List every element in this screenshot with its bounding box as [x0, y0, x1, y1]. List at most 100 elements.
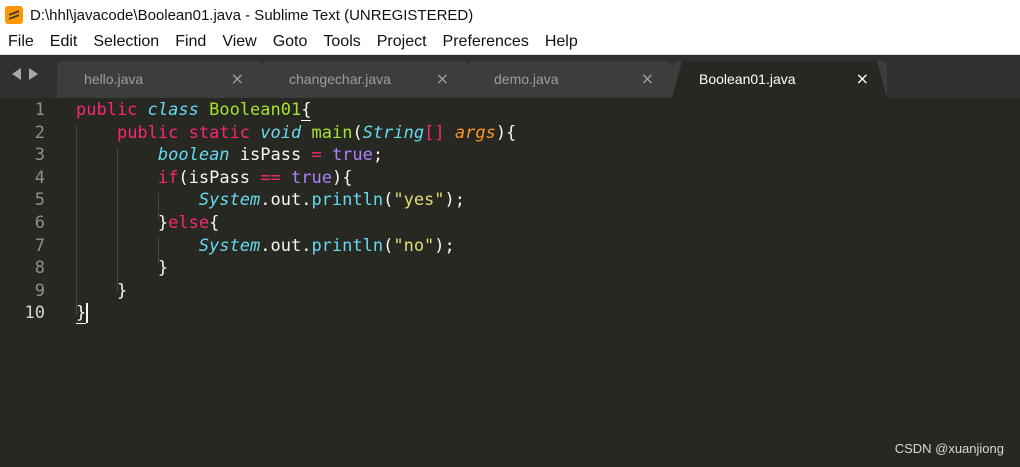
tab-boolean01-java[interactable]: Boolean01.java ×: [672, 61, 887, 98]
tab-hello-java[interactable]: hello.java ×: [57, 61, 262, 98]
code-text: }: [76, 258, 168, 278]
code-editor[interactable]: 1 public class Boolean01{2 public static …: [0, 98, 1020, 467]
menu-project[interactable]: Project: [369, 33, 435, 51]
code-token: {: [301, 100, 312, 121]
arrow-left-icon[interactable]: [12, 68, 21, 80]
code-token: System: [198, 235, 261, 256]
tab-bar: hello.java × changechar.java × demo.java…: [0, 56, 1020, 98]
code-token: ){: [331, 167, 353, 188]
menu-help[interactable]: Help: [537, 33, 586, 51]
watermark: CSDN @xuanjiong: [894, 441, 1004, 456]
code-token: );: [444, 190, 466, 211]
code-token: (: [352, 122, 363, 143]
line-number: 6: [34, 213, 45, 233]
tab-label: demo.java: [494, 71, 559, 87]
code-token: (: [383, 190, 394, 211]
code-text: boolean isPass = true;: [76, 145, 383, 165]
code-line[interactable]: 2 public static void main(String[] args)…: [0, 122, 1020, 145]
line-number: 4: [34, 167, 45, 188]
code-token: class: [147, 100, 199, 120]
window-title: D:\hhl\javacode\Boolean01.java - Sublime…: [30, 6, 474, 24]
menu-goto[interactable]: Goto: [265, 33, 316, 51]
code-text: public static void main(String[] args){: [76, 123, 516, 143]
line-number: 9: [34, 280, 45, 301]
code-token: true: [291, 167, 332, 188]
code-line[interactable]: 7 System.out.println("no");: [0, 235, 1020, 258]
code-token: );: [434, 235, 455, 256]
menu-bar: File Edit Selection Find View Goto Tools…: [0, 30, 1020, 55]
code-token: []: [424, 122, 445, 143]
code-token: }: [76, 280, 128, 301]
line-number: 2: [34, 122, 45, 143]
code-token: }: [76, 213, 169, 233]
tab-label: Boolean01.java: [699, 71, 796, 87]
line-number: 1: [34, 100, 45, 120]
code-line[interactable]: 8 }: [0, 257, 1020, 280]
sublime-text-icon: [5, 6, 23, 24]
code-token: Boolean01: [209, 100, 302, 120]
code-token: ){: [495, 122, 517, 143]
code-token: true: [331, 145, 373, 166]
tab-label: changechar.java: [289, 71, 391, 87]
tab-label: hello.java: [84, 71, 144, 87]
line-number: 3: [34, 145, 45, 166]
menu-selection[interactable]: Selection: [85, 33, 167, 51]
code-token: }: [76, 303, 87, 325]
code-line[interactable]: 1 public class Boolean01{: [0, 99, 1020, 122]
code-token: ==: [260, 167, 281, 188]
code-token: (: [383, 235, 394, 256]
code-line[interactable]: 6 }else{: [0, 212, 1020, 235]
menu-file[interactable]: File: [0, 33, 42, 51]
code-token: boolean: [157, 145, 230, 166]
code-token: else: [168, 213, 210, 233]
code-token: .out.: [260, 190, 312, 211]
menu-preferences[interactable]: Preferences: [435, 33, 537, 51]
code-token: (isPass: [178, 167, 261, 188]
code-line[interactable]: 3 boolean isPass = true;: [0, 144, 1020, 167]
code-token: }: [76, 258, 169, 279]
code-token: println: [311, 235, 384, 256]
code-token: println: [311, 190, 384, 211]
code-token: System: [198, 190, 261, 211]
tab-nav-arrows: [12, 68, 38, 80]
tab-changechar-java[interactable]: changechar.java ×: [262, 61, 467, 98]
code-token: String: [362, 122, 425, 143]
code-token: if: [157, 167, 179, 188]
close-icon[interactable]: ×: [436, 69, 449, 88]
line-number: 5: [34, 190, 45, 211]
code-line[interactable]: 10}: [0, 302, 1020, 325]
text-cursor: [86, 303, 88, 324]
code-line[interactable]: 4 if(isPass == true){: [0, 167, 1020, 190]
code-token: args: [454, 122, 496, 143]
code-text: }: [76, 281, 127, 301]
code-text: System.out.println("no");: [76, 236, 455, 256]
tab-demo-java[interactable]: demo.java ×: [467, 61, 672, 98]
menu-edit[interactable]: Edit: [42, 33, 86, 51]
close-icon[interactable]: ×: [231, 69, 244, 88]
code-token: main: [311, 122, 353, 143]
close-icon[interactable]: ×: [856, 69, 869, 88]
menu-view[interactable]: View: [214, 33, 264, 51]
code-text: public class Boolean01{: [76, 100, 312, 121]
menu-find[interactable]: Find: [167, 33, 214, 51]
code-line[interactable]: 9 }: [0, 280, 1020, 303]
line-number: 10: [24, 303, 45, 324]
close-icon[interactable]: ×: [641, 69, 654, 88]
code-line[interactable]: 5 System.out.println("yes");: [0, 189, 1020, 212]
code-token: =: [311, 145, 322, 166]
code-text: System.out.println("yes");: [76, 190, 465, 210]
menu-tools[interactable]: Tools: [315, 33, 368, 51]
arrow-right-icon[interactable]: [29, 68, 38, 80]
code-token: public: [76, 100, 138, 120]
